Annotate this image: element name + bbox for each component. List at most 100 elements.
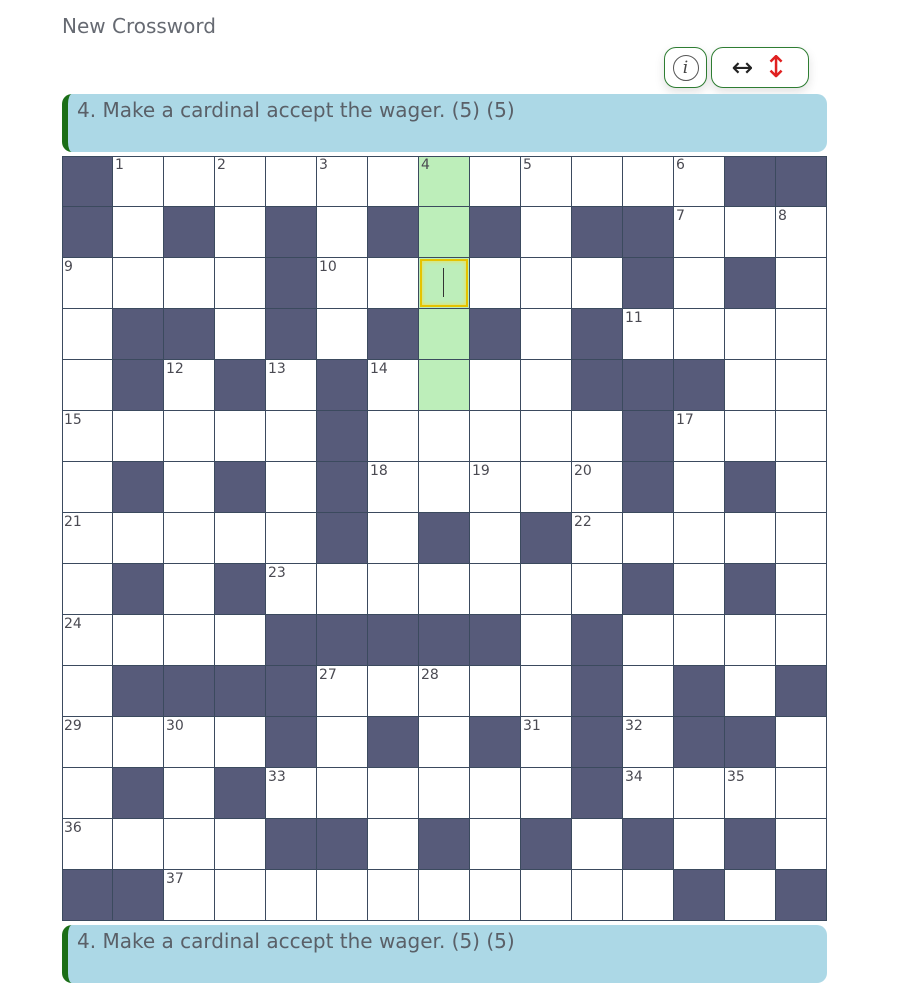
grid-cell[interactable]: 12 [164,360,215,411]
grid-cell[interactable]: 6 [674,156,725,207]
grid-cell[interactable] [113,411,164,462]
grid-cell[interactable] [776,309,827,360]
grid-cell[interactable]: 7 [674,207,725,258]
grid-cell[interactable]: 34 [623,768,674,819]
grid-cell[interactable]: 5 [521,156,572,207]
grid-cell[interactable] [164,156,215,207]
grid-cell[interactable] [521,207,572,258]
grid-cell[interactable] [572,819,623,870]
grid-cell[interactable] [368,819,419,870]
grid-cell[interactable] [62,564,113,615]
grid-cell[interactable]: 31 [521,717,572,768]
grid-cell[interactable] [725,411,776,462]
grid-cell[interactable] [776,360,827,411]
grid-cell[interactable] [674,564,725,615]
grid-cell[interactable] [674,615,725,666]
grid-cell[interactable] [215,819,266,870]
grid-cell[interactable] [419,207,470,258]
grid-cell[interactable] [623,156,674,207]
grid-cell[interactable] [419,768,470,819]
grid-cell[interactable] [368,411,419,462]
grid-cell[interactable]: 8 [776,207,827,258]
grid-cell[interactable]: 13 [266,360,317,411]
grid-cell[interactable] [419,411,470,462]
grid-cell[interactable] [266,156,317,207]
grid-cell[interactable] [776,258,827,309]
grid-cell[interactable] [266,870,317,921]
grid-cell[interactable] [521,360,572,411]
grid-cell[interactable] [623,513,674,564]
grid-cell[interactable]: 30 [164,717,215,768]
grid-cell[interactable] [113,615,164,666]
grid-cell[interactable] [674,819,725,870]
grid-cell[interactable] [674,258,725,309]
grid-cell[interactable]: 10 [317,258,368,309]
grid-cell[interactable] [725,870,776,921]
grid-cell[interactable] [317,207,368,258]
grid-cell[interactable] [470,513,521,564]
grid-cell[interactable] [368,666,419,717]
grid-cell[interactable] [725,309,776,360]
grid-cell[interactable] [317,564,368,615]
grid-cell[interactable] [368,258,419,309]
grid-cell[interactable] [368,564,419,615]
grid-cell[interactable] [725,360,776,411]
grid-cell[interactable] [470,870,521,921]
grid-cell[interactable] [317,717,368,768]
grid-cell[interactable] [215,258,266,309]
grid-cell[interactable]: 3 [317,156,368,207]
grid-cell[interactable] [62,462,113,513]
grid-cell[interactable] [521,768,572,819]
grid-cell[interactable] [419,564,470,615]
grid-cell[interactable] [521,870,572,921]
grid-cell[interactable]: 2 [215,156,266,207]
grid-cell[interactable] [725,615,776,666]
grid-cell[interactable] [215,411,266,462]
grid-cell[interactable] [62,768,113,819]
grid-cell[interactable] [674,768,725,819]
grid-cell[interactable] [215,615,266,666]
grid-cell[interactable]: 24 [62,615,113,666]
grid-cell[interactable] [470,768,521,819]
grid-cell[interactable]: 9 [62,258,113,309]
grid-cell[interactable]: 14 [368,360,419,411]
grid-cell[interactable]: 36 [62,819,113,870]
grid-cell[interactable] [215,309,266,360]
grid-cell[interactable] [521,564,572,615]
grid-cell[interactable] [164,513,215,564]
grid-cell[interactable] [521,666,572,717]
grid-cell[interactable] [113,258,164,309]
grid-cell[interactable] [674,309,725,360]
grid-cell[interactable] [164,564,215,615]
grid-cell[interactable] [215,870,266,921]
grid-cell[interactable] [572,258,623,309]
grid-cell[interactable]: 17 [674,411,725,462]
grid-cell[interactable] [266,462,317,513]
grid-cell[interactable]: 21 [62,513,113,564]
grid-cell[interactable] [470,156,521,207]
grid-cell[interactable] [164,819,215,870]
grid-cell[interactable]: 29 [62,717,113,768]
grid-cell[interactable]: 19 [470,462,521,513]
grid-cell[interactable]: 23 [266,564,317,615]
grid-cell[interactable] [470,411,521,462]
grid-cell[interactable] [623,870,674,921]
grid-cell[interactable] [470,819,521,870]
grid-cell[interactable] [623,615,674,666]
grid-cell[interactable] [725,666,776,717]
grid-cell[interactable] [368,768,419,819]
grid-cell[interactable]: 37 [164,870,215,921]
grid-cell[interactable] [521,258,572,309]
grid-cell[interactable] [419,870,470,921]
resize-toggle-button[interactable]: ↔ ↕ [711,47,809,88]
grid-cell[interactable] [62,309,113,360]
grid-cell[interactable] [776,564,827,615]
grid-cell[interactable] [62,360,113,411]
grid-cell[interactable] [572,870,623,921]
grid-cell[interactable] [470,564,521,615]
grid-cell[interactable] [215,513,266,564]
grid-cell[interactable] [317,309,368,360]
grid-cell[interactable]: 1 [113,156,164,207]
grid-cell[interactable] [572,564,623,615]
grid-cell[interactable] [470,666,521,717]
